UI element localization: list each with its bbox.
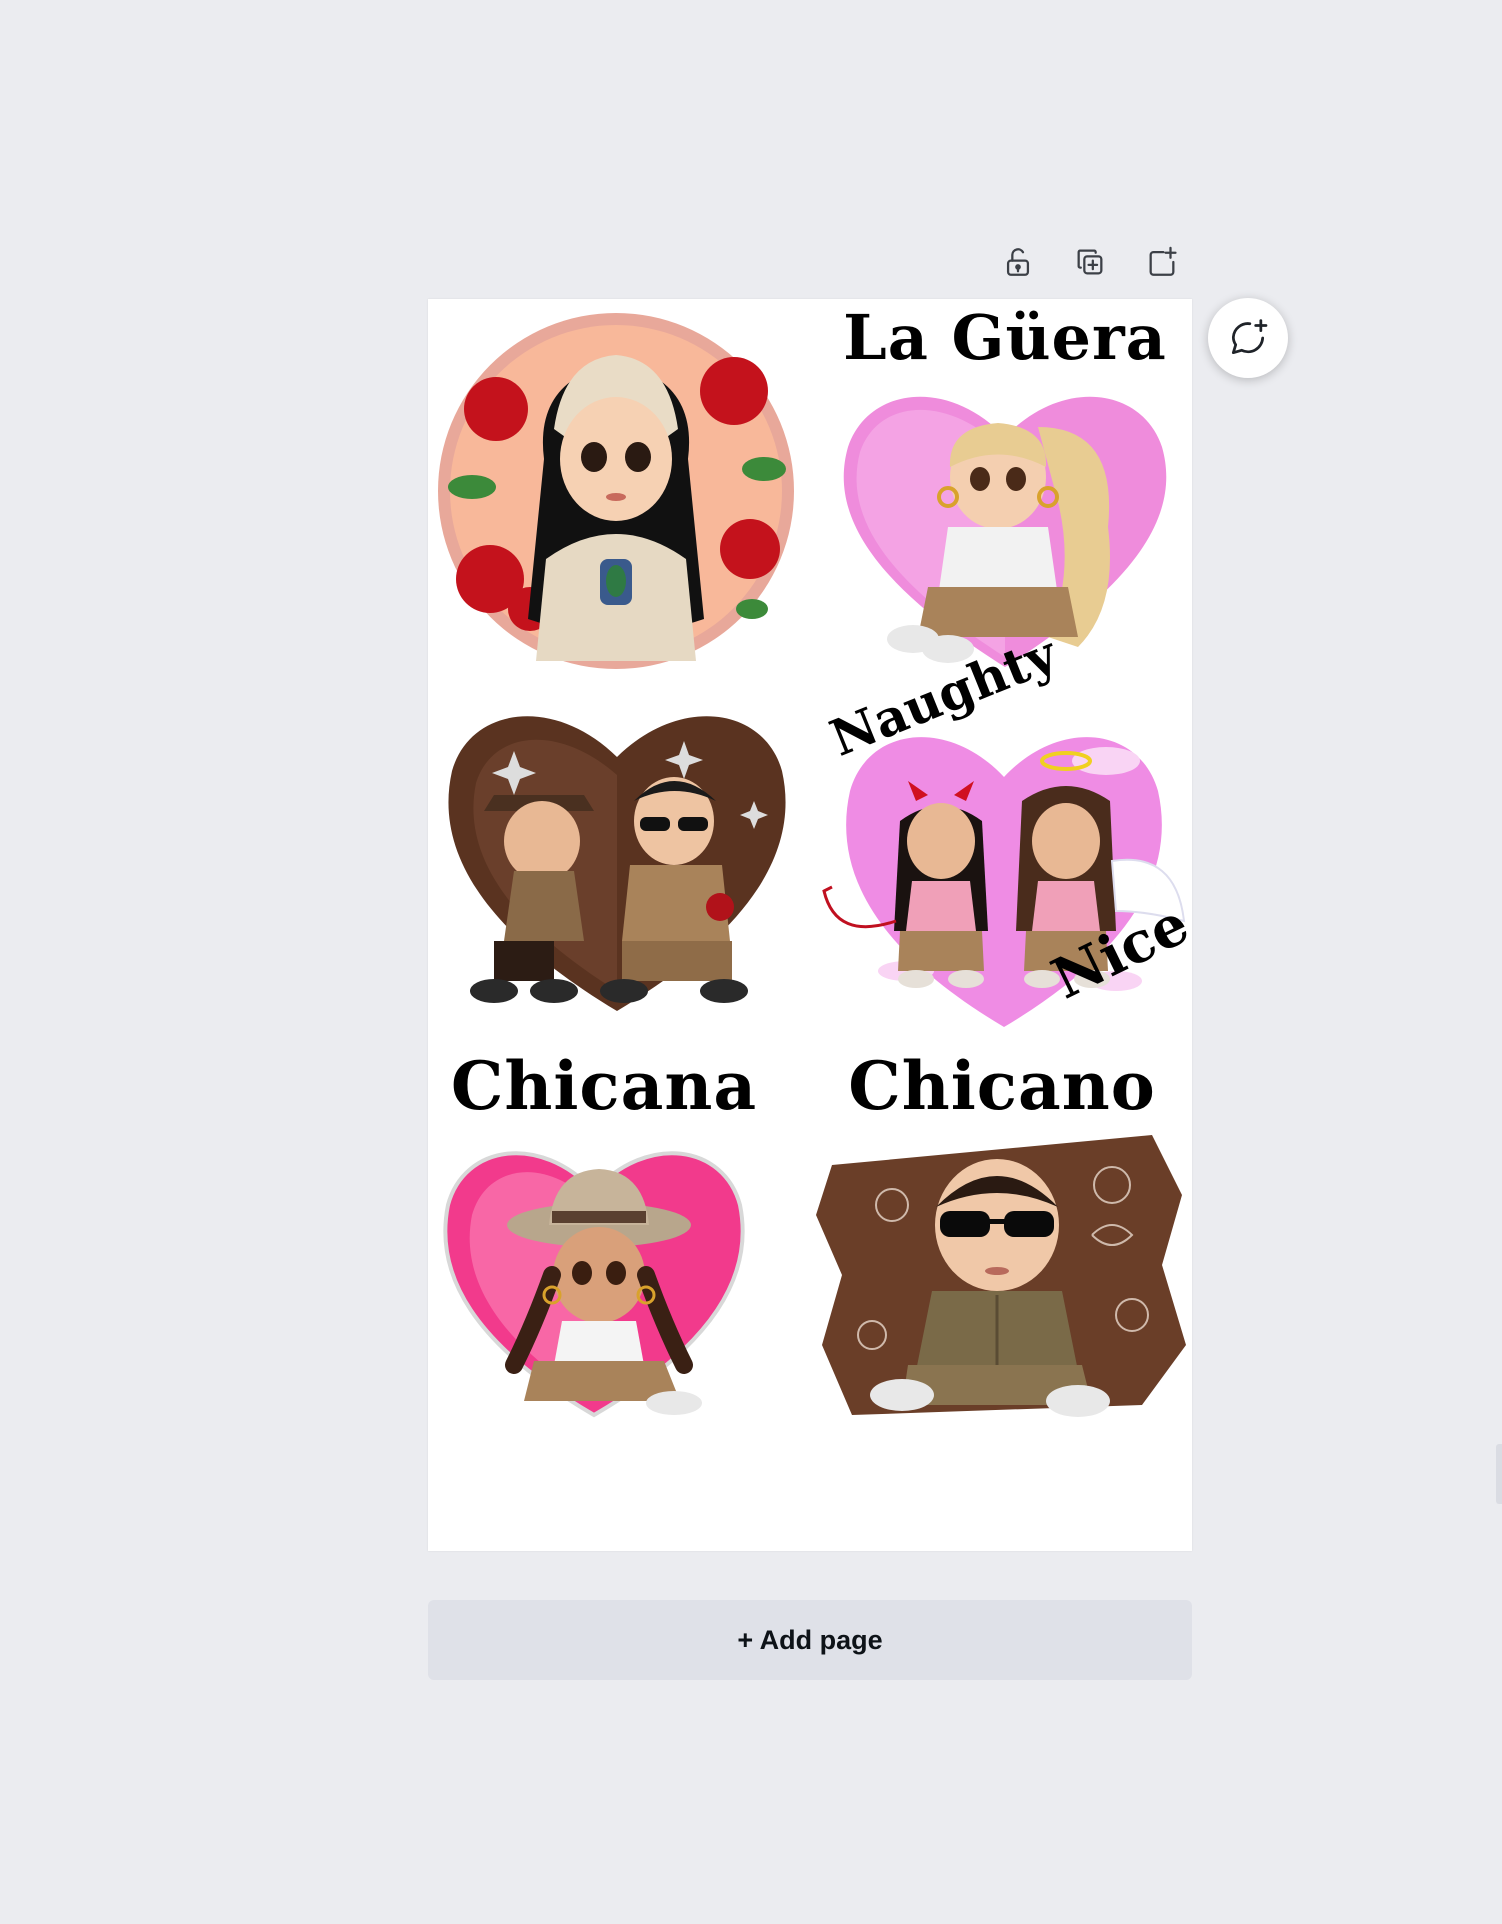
couple-heart-illustration <box>448 716 786 1011</box>
comment-add-icon <box>1231 319 1268 355</box>
sticker-chicano[interactable]: Chicano <box>812 1049 1192 1429</box>
add-page-icon <box>1149 246 1177 276</box>
duplicate-page-button[interactable] <box>1068 240 1112 284</box>
chicano-title: Chicano <box>848 1047 1156 1125</box>
add-page-toolbar-button[interactable] <box>1140 240 1184 284</box>
chicano-illustration <box>816 1135 1186 1417</box>
unlock-icon <box>1006 248 1030 276</box>
design-page[interactable]: La Güera Naughty Nice Chicana Chicano <box>428 299 1199 1551</box>
lock-page-button[interactable] <box>996 240 1040 284</box>
page-toolbar <box>996 240 1184 284</box>
add-comment-button[interactable] <box>1208 298 1288 378</box>
hoodie-girl-illustration <box>438 313 794 669</box>
duplicate-page-icon <box>1077 249 1103 275</box>
sticker-couple-heart[interactable] <box>434 691 800 1031</box>
sticker-la-guera[interactable]: La Güera <box>818 299 1192 679</box>
la-guera-illustration <box>843 396 1167 667</box>
add-page-button[interactable]: + Add page <box>428 1600 1192 1680</box>
sticker-chicana[interactable]: Chicana <box>434 1049 774 1429</box>
sticker-naughty-nice[interactable]: Naughty Nice <box>816 624 1199 1039</box>
la-guera-title: La Güera <box>843 301 1167 374</box>
scroll-indicator[interactable] <box>1496 1444 1502 1504</box>
sticker-hoodie-girl[interactable] <box>434 309 798 673</box>
chicana-illustration <box>443 1151 745 1418</box>
chicana-title: Chicana <box>450 1047 758 1125</box>
